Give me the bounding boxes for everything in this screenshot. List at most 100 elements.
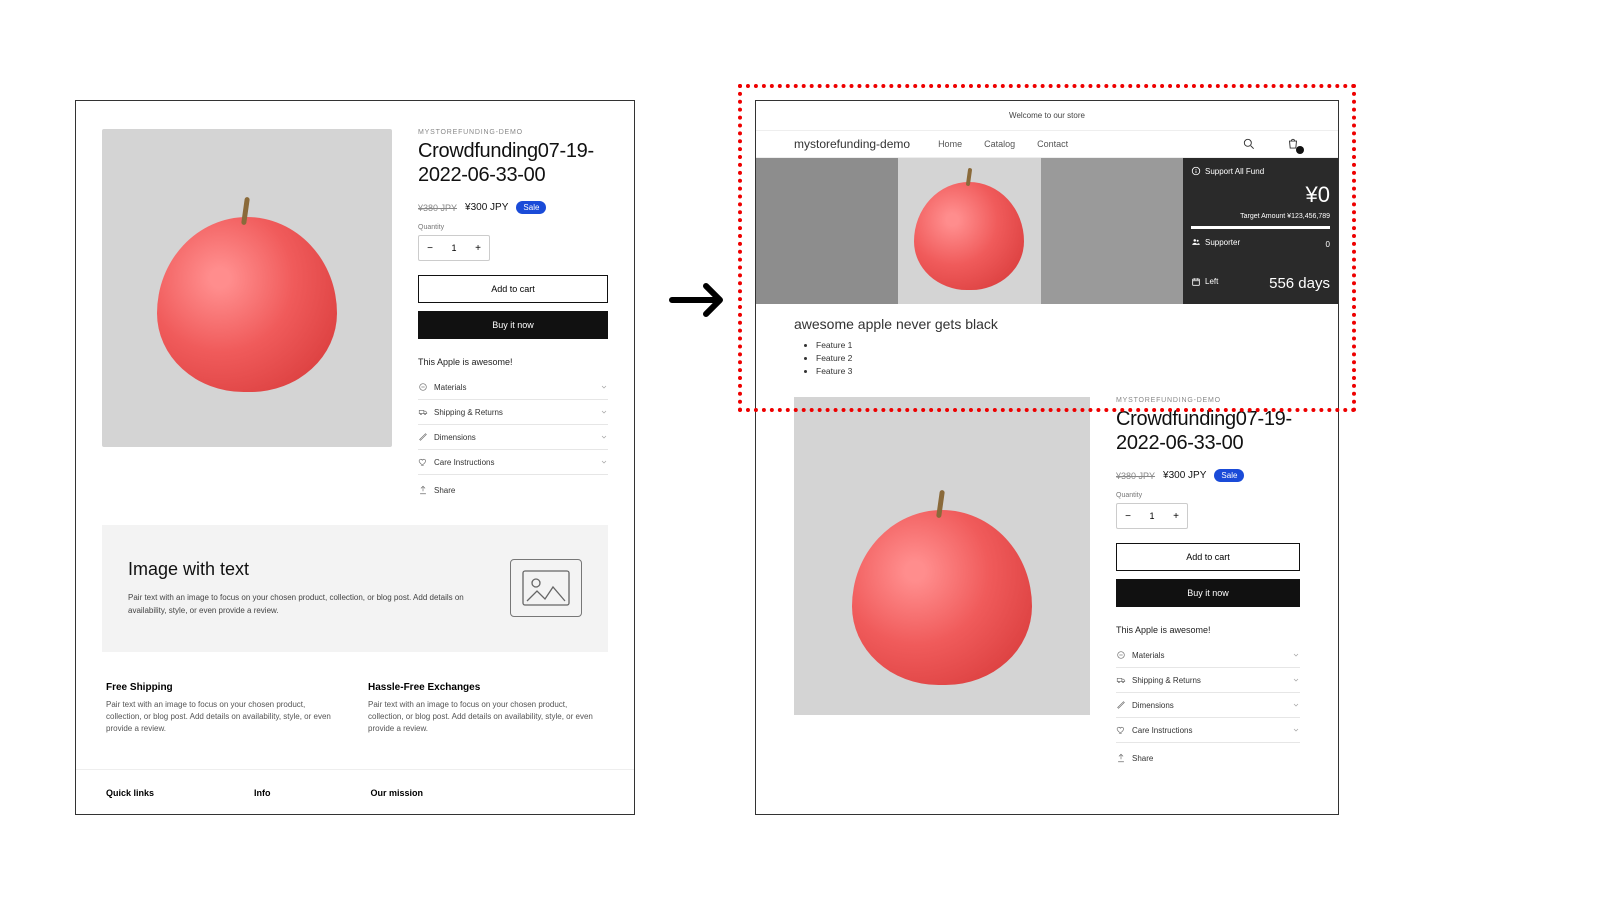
add-to-cart-button[interactable]: Add to cart [1116,543,1300,571]
price: ¥300 JPY [465,202,508,213]
nav-catalog[interactable]: Catalog [984,139,1015,149]
accordion-dimensions[interactable]: Dimensions [1116,693,1300,718]
nav-home[interactable]: Home [938,139,962,149]
crowdfunding-hero: Support All Fund ¥0 Target Amount ¥123,4… [756,158,1338,304]
accordion-care[interactable]: Care Instructions [418,450,608,475]
before-store-panel: MYSTOREFUNDING-DEMO Crowdfunding07-19-20… [75,100,635,815]
footer-heading: Info [254,788,271,798]
image-placeholder-icon [510,559,582,617]
accordion-label: Shipping & Returns [1132,676,1201,685]
footer-heading: Quick links [106,788,154,798]
chevron-down-icon [1292,676,1300,684]
product-description: This Apple is awesome! [418,357,608,367]
qty-plus-button[interactable]: + [1165,504,1187,528]
feature-item: Feature 3 [816,366,1278,376]
feature-heading: Free Shipping [106,682,342,693]
accordion-label: Dimensions [434,433,476,442]
chevron-down-icon [1292,651,1300,659]
chevron-down-icon [600,408,608,416]
supporter-count: 0 [1326,240,1330,249]
image-with-text-section: Image with text Pair text with an image … [102,525,608,652]
supporter-label: Supporter [1205,238,1240,247]
heart-icon [418,457,428,467]
accordion-dimensions[interactable]: Dimensions [418,425,608,450]
accordion-label: Care Instructions [434,458,494,467]
accordion-shipping[interactable]: Shipping & Returns [418,400,608,425]
heart-icon [1116,725,1126,735]
nav-contact[interactable]: Contact [1037,139,1068,149]
share-icon [418,485,428,495]
vendor-label: MYSTOREFUNDING-DEMO [1116,397,1300,404]
funding-target: Target Amount ¥123,456,789 [1191,213,1330,220]
store-brand[interactable]: mystorefunding-demo [794,137,910,151]
share-button[interactable]: Share [418,485,608,495]
feature-item: Feature 2 [816,353,1278,363]
people-icon [1191,237,1201,247]
quantity-stepper[interactable]: − 1 + [1116,503,1188,529]
accordion-label: Care Instructions [1132,726,1192,735]
feature-body: Pair text with an image to focus on your… [368,699,604,735]
section-body: Pair text with an image to focus on your… [128,592,470,618]
progress-bar [1191,226,1330,229]
share-icon [1116,753,1126,763]
hero-slide-current [898,158,1040,304]
product-title: Crowdfunding07-19-2022-06-33-00 [418,139,608,187]
accordion-materials[interactable]: Materials [1116,643,1300,668]
product-description: This Apple is awesome! [1116,625,1300,635]
share-button[interactable]: Share [1116,753,1300,763]
qty-value: 1 [451,243,456,253]
accordion-label: Dimensions [1132,701,1174,710]
after-store-panel: Welcome to our store mystorefunding-demo… [755,100,1339,815]
days-left: 556 days [1269,275,1330,292]
feature-body: Pair text with an image to focus on your… [106,699,342,735]
buy-now-button[interactable]: Buy it now [418,311,608,339]
hero-slide-next [1041,158,1183,304]
add-to-cart-button[interactable]: Add to cart [418,275,608,303]
share-label: Share [434,486,455,495]
chevron-down-icon [600,458,608,466]
ruler-icon [418,432,428,442]
qty-minus-button[interactable]: − [1117,504,1139,528]
sale-badge: Sale [1214,469,1244,482]
hero-slide-prev [756,158,898,304]
support-label: Support All Fund [1205,167,1264,176]
ruler-icon [1116,700,1126,710]
qty-plus-button[interactable]: + [467,236,489,260]
price-compare: ¥380 JPY [1116,471,1155,481]
vendor-label: MYSTOREFUNDING-DEMO [418,129,608,136]
search-icon[interactable] [1242,137,1256,151]
qty-minus-button[interactable]: − [419,236,441,260]
announcement-bar: Welcome to our store [756,101,1338,131]
section-heading: Image with text [128,559,470,580]
chevron-down-icon [1292,726,1300,734]
calendar-icon [1191,277,1201,287]
accordion-shipping[interactable]: Shipping & Returns [1116,668,1300,693]
quantity-label: Quantity [418,224,608,231]
truck-icon [1116,675,1126,685]
funding-amount: ¥0 [1191,182,1330,208]
price-compare: ¥380 JPY [418,203,457,213]
left-label: Left [1205,277,1218,286]
quantity-label: Quantity [1116,492,1300,499]
feature-item: Feature 1 [816,340,1278,350]
product-image [102,129,392,447]
product-title: Crowdfunding07-19-2022-06-33-00 [1116,407,1300,455]
arrow-right-icon [655,260,740,340]
qty-value: 1 [1149,511,1154,521]
cart-badge [1296,146,1304,154]
cart-icon[interactable] [1286,137,1300,151]
feature-heading: Hassle-Free Exchanges [368,682,604,693]
buy-now-button[interactable]: Buy it now [1116,579,1300,607]
quantity-stepper[interactable]: − 1 + [418,235,490,261]
accordion-care[interactable]: Care Instructions [1116,718,1300,743]
share-label: Share [1132,754,1153,763]
product-image [794,397,1090,715]
hero-tagline: awesome apple never gets black [756,304,1338,340]
chevron-down-icon [600,433,608,441]
sale-badge: Sale [516,201,546,214]
price: ¥300 JPY [1163,470,1206,481]
accordion-label: Materials [434,383,466,392]
truck-icon [418,407,428,417]
materials-icon [1116,650,1126,660]
accordion-materials[interactable]: Materials [418,375,608,400]
